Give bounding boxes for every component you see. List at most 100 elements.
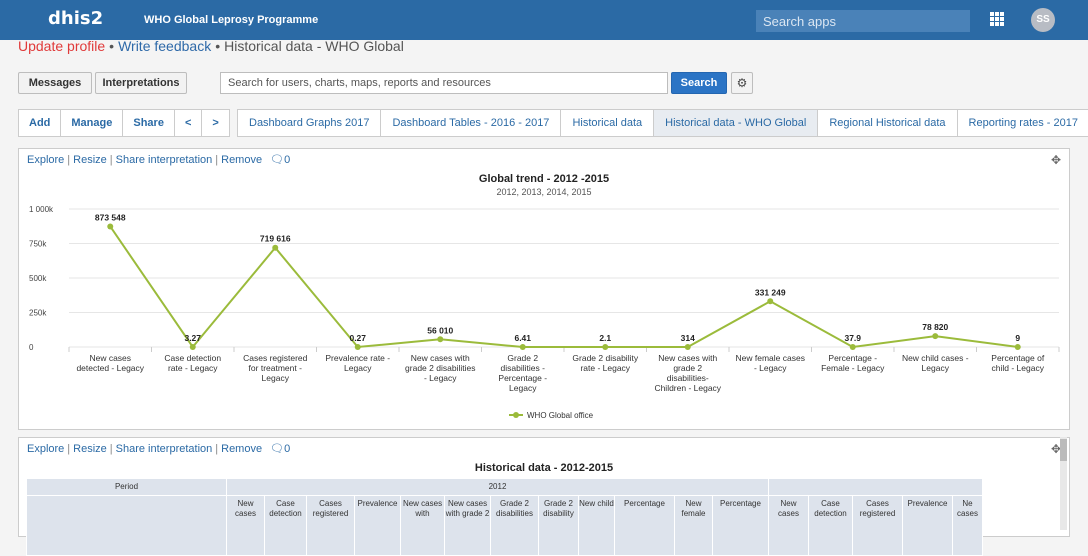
comment-count: 0 <box>284 443 291 455</box>
table-column-header: Percentage <box>614 495 675 556</box>
legend-label: WHO Global office <box>527 411 594 420</box>
breadcrumb-separator: • <box>215 38 221 54</box>
scrollbar-thumb[interactable] <box>1060 439 1067 461</box>
comment-icon[interactable]: 🗨 <box>265 443 284 455</box>
data-label: 9 <box>1015 333 1020 343</box>
current-dashboard-name: Historical data - WHO Global <box>224 38 404 54</box>
data-point <box>519 343 526 350</box>
data-point <box>107 223 114 230</box>
data-point <box>189 343 196 350</box>
top-bar: dhis2 WHO Global Leprosy Programme SS <box>0 0 1088 40</box>
manage-button[interactable]: Manage <box>61 110 124 136</box>
x-category-label: Percentage of child - Legacy <box>991 353 1045 373</box>
remove-link[interactable]: Remove <box>221 443 262 455</box>
table-column-header: Case detection <box>808 495 853 556</box>
tab-reporting-rates-2017[interactable]: Reporting rates - 2017 <box>958 110 1088 136</box>
x-category-label: Case detection rate - Legacy <box>164 353 221 373</box>
x-category-label: Cases registered for treatment -Legacy <box>243 353 308 383</box>
interpretations-button[interactable]: Interpretations <box>95 72 187 94</box>
x-category-label: Grade 2 disabilities -Percentage -Legacy <box>498 353 547 393</box>
table-column-header: Prevalence <box>354 495 401 556</box>
data-label: 314 <box>681 333 695 343</box>
table-column-header: New cases with grade 2 <box>444 495 491 556</box>
data-label: 331 249 <box>755 287 786 297</box>
tab-regional-historical-data[interactable]: Regional Historical data <box>818 110 958 136</box>
line-chart: Global trend - 2012 -2015 2012, 2013, 201… <box>29 173 1060 420</box>
search-button[interactable]: Search <box>671 72 727 94</box>
table-scrollbar[interactable] <box>1060 437 1067 530</box>
settings-gear-icon[interactable]: ⚙ <box>731 72 753 94</box>
table-column-header: New cases <box>226 495 265 556</box>
data-label: 873 548 <box>95 212 126 222</box>
apps-grid-icon[interactable] <box>990 12 1004 26</box>
messages-button[interactable]: Messages <box>18 72 92 94</box>
table-column-header: Cases registered <box>306 495 355 556</box>
data-label: 0.27 <box>349 333 366 343</box>
update-profile-link[interactable]: Update profile <box>18 38 105 54</box>
x-category-label: New female cases - Legacy <box>736 353 805 373</box>
add-button[interactable]: Add <box>19 110 62 136</box>
table-panel-links: Explore | Resize | Share interpretation | Remo… <box>27 443 291 455</box>
legend-marker <box>513 412 519 418</box>
tab-historical-data[interactable]: Historical data <box>561 110 655 136</box>
year-header: 2012 <box>226 478 769 496</box>
series-line <box>109 225 1018 349</box>
table-column-header: Case detection <box>264 495 307 556</box>
table-column-header: Cases registered <box>852 495 903 556</box>
dhis2-logo[interactable]: dhis2 <box>48 8 103 29</box>
chart-panel: Explore | Resize | Share interpretation | Remo… <box>18 148 1070 430</box>
data-label: 2.1 <box>599 333 611 343</box>
table-column-header: New child <box>578 495 615 556</box>
chart-title: Global trend - 2012 -2015 <box>479 173 609 185</box>
data-label: 78 820 <box>922 322 948 332</box>
data-point <box>849 343 856 350</box>
data-point <box>437 336 444 343</box>
data-point <box>767 298 774 305</box>
explore-link[interactable]: Explore <box>27 443 64 455</box>
app-title: WHO Global Leprosy Programme <box>144 14 319 26</box>
row-header-cell <box>26 495 227 556</box>
share-interpretation-link[interactable]: Share interpretation <box>116 443 213 455</box>
scroll-right-button[interactable]: > <box>202 110 228 136</box>
x-category-label: New cases with grade 2 disabilities-Childr… <box>654 353 721 393</box>
historical-data-table: Period 2012 New cases Case detection Cases… <box>26 478 983 556</box>
data-point <box>354 343 361 350</box>
table-column-header: Grade 2 disability <box>538 495 579 556</box>
data-label: 6.41 <box>514 333 531 343</box>
data-point <box>684 343 691 350</box>
scroll-left-button[interactable]: < <box>175 110 203 136</box>
resize-link[interactable]: Resize <box>73 443 107 455</box>
global-search-input[interactable] <box>220 72 668 94</box>
data-point <box>272 244 279 251</box>
data-label: 3.27 <box>184 333 201 343</box>
y-tick-label: 1 000k <box>29 205 54 214</box>
x-category-label: New cases detected - Legacy <box>76 353 144 373</box>
data-label: 37.9 <box>844 333 861 343</box>
x-category-label: New child cases -Legacy <box>902 353 969 373</box>
dashboard-tabs: Dashboard Graphs 2017 Dashboard Tables -… <box>237 109 1088 137</box>
y-tick-label: 250k <box>29 309 47 318</box>
data-point <box>602 343 609 350</box>
share-button[interactable]: Share <box>123 110 175 136</box>
y-tick-label: 500k <box>29 274 47 283</box>
user-avatar[interactable]: SS <box>1031 8 1055 32</box>
search-apps-input[interactable] <box>756 10 970 32</box>
data-point <box>1014 343 1021 350</box>
y-tick-label: 750k <box>29 240 47 249</box>
y-tick-label: 0 <box>29 343 34 352</box>
tab-dashboard-graphs-2017[interactable]: Dashboard Graphs 2017 <box>238 110 382 136</box>
x-category-label: New cases with grade 2 disabilities - Lega… <box>405 353 475 383</box>
tab-historical-data-who-global[interactable]: Historical data - WHO Global <box>654 110 819 136</box>
table-column-header: Grade 2 disabilities <box>490 495 539 556</box>
write-feedback-link[interactable]: Write feedback <box>118 38 211 54</box>
tab-dashboard-tables[interactable]: Dashboard Tables - 2016 - 2017 <box>381 110 562 136</box>
period-header: Period <box>26 478 227 496</box>
table-column-header: New female <box>674 495 713 556</box>
x-category-label: Grade 2 disability rate - Legacy <box>572 353 638 373</box>
data-label: 719 616 <box>260 234 291 244</box>
x-category-label: Prevalence rate -Legacy <box>325 353 390 373</box>
breadcrumb-separator: • <box>109 38 115 54</box>
table-title: Historical data - 2012-2015 <box>474 462 614 474</box>
dashboard-toolbar: Add Manage Share < > <box>18 109 230 137</box>
data-point <box>932 333 939 340</box>
